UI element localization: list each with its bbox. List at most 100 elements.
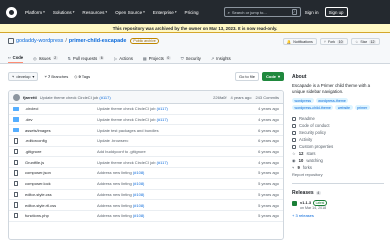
file-icon <box>13 148 19 155</box>
file-name[interactable]: functions.php <box>25 213 97 218</box>
nav-solutions[interactable]: Solutions ▾ <box>53 10 75 15</box>
file-commit-message[interactable]: Address new linting (#108) <box>97 213 241 218</box>
tag-icon: ◇ <box>74 73 78 79</box>
nav-enterprise[interactable]: Enterprise ▾ <box>153 10 177 15</box>
nav-open-source[interactable]: Open Source ▾ <box>115 10 145 15</box>
file-commit-message[interactable]: Address new linting (#108) <box>97 181 241 186</box>
tab-issues[interactable]: ◎ Issues 2 <box>33 53 58 63</box>
sign-in-link[interactable]: Sign in <box>305 10 319 15</box>
file-name[interactable]: composer.lock <box>25 181 97 186</box>
nav-pricing[interactable]: Pricing <box>185 10 199 15</box>
file-name[interactable]: assets/images <box>25 128 97 133</box>
activity-link[interactable]: Activity <box>292 136 384 143</box>
star-button[interactable]: ☆ Star 12 <box>351 38 380 45</box>
file-commit-pr-link[interactable]: (#108) <box>133 181 145 186</box>
file-commit-pr-link[interactable]: (#108) <box>133 192 145 197</box>
file-row[interactable]: assets/images Update test packages and bu… <box>9 125 283 137</box>
tab-actions[interactable]: ▷ Actions <box>114 53 133 63</box>
file-row[interactable]: Gruntfile.js Update theme check CircleCI … <box>9 157 283 169</box>
sign-up-button[interactable]: Sign up <box>324 7 348 17</box>
repo-owner-link[interactable]: godaddy-wordpress <box>16 38 63 44</box>
releases-heading[interactable]: Releases 4 <box>292 190 384 196</box>
latest-release[interactable]: v1.1.3 Latest on Mar 14, 2018 <box>292 199 384 210</box>
file-row[interactable]: editor-style.rtl.css Address new linting … <box>9 200 283 211</box>
file-commit-pr-link[interactable]: (#108) <box>133 213 145 218</box>
commit-message[interactable]: Update theme check CircleCI job (#117) <box>40 95 111 100</box>
topic-tag[interactable]: wordpress-child-theme <box>292 105 334 111</box>
more-releases-link[interactable]: + 3 releases <box>292 213 384 218</box>
file-name[interactable]: .circleci <box>25 106 97 111</box>
custom-properties-link[interactable]: Custom properties <box>292 143 384 150</box>
file-row[interactable]: .dev Update theme check CircleCI job (#11… <box>9 115 283 126</box>
github-logo-icon[interactable] <box>6 6 17 18</box>
file-commit-pr-link[interactable]: (#117) <box>157 106 168 111</box>
tab-projects[interactable]: ▦ Projects 0 <box>143 53 171 63</box>
topic-tag[interactable]: primer <box>354 105 370 111</box>
file-row[interactable]: .gitignore Add buddyconf to .gitignore 6 … <box>9 147 283 158</box>
file-commit-message[interactable]: Address new linting (#108) <box>97 170 241 175</box>
fork-button[interactable]: ⑂ Fork 10 <box>319 38 349 45</box>
topic-tag[interactable]: wordpress <box>292 98 314 104</box>
commit-count[interactable]: 243 Commits <box>255 95 279 100</box>
topic-tag[interactable]: wordpress-theme <box>315 98 349 104</box>
readme-link[interactable]: Readme <box>292 115 384 122</box>
file-row[interactable]: editor-style.css Address new linting (#10… <box>9 190 283 201</box>
file-commit-message[interactable]: Update test packages and bundles <box>97 128 241 133</box>
avatar[interactable] <box>13 93 20 101</box>
nav-platform[interactable]: Platform ▾ <box>25 10 45 15</box>
file-icon <box>13 202 19 208</box>
commit-pr-link[interactable]: (#117) <box>99 95 110 100</box>
tags-link[interactable]: ◇ 9 Tags <box>74 74 90 79</box>
file-commit-message[interactable]: Address new linting (#108) <box>97 203 241 208</box>
file-icon <box>13 180 19 187</box>
security-policy-link[interactable]: Security policy <box>292 129 384 136</box>
search-input[interactable]: ⌕ Search or jump to... / <box>223 7 301 17</box>
file-row[interactable]: composer.json Address new linting (#108) 5… <box>9 168 283 179</box>
file-name[interactable]: editor-style.rtl.css <box>25 203 97 208</box>
tab-insights[interactable]: ↗ Insights <box>211 53 231 63</box>
branch-select[interactable]: ⑂ develop ▾ <box>8 71 39 81</box>
forks-link[interactable]: ⑂ 9 forks <box>292 164 384 171</box>
file-commit-pr-link[interactable]: (#108) <box>133 170 145 175</box>
file-row[interactable]: .editorconfig Update .browserc 6 years ag… <box>9 136 283 147</box>
file-name[interactable]: composer.json <box>25 170 97 175</box>
file-commit-pr-link[interactable]: (#108) <box>133 203 145 208</box>
file-row[interactable]: .circleci Update theme check CircleCI job… <box>9 104 283 115</box>
file-name[interactable]: .editorconfig <box>25 138 97 143</box>
about-title: About <box>292 74 307 80</box>
commit-hash[interactable]: 226fa0f <box>213 95 226 100</box>
stars-link[interactable]: ☆ 12 stars <box>292 150 384 157</box>
tab-pull-requests[interactable]: ⇅ Pull requests 6 <box>68 53 105 63</box>
file-commit-message[interactable]: Update .browserc <box>97 138 241 143</box>
file-name[interactable]: .gitignore <box>25 149 97 154</box>
repo-name-link[interactable]: primer-child-escapade <box>69 38 127 44</box>
file-row[interactable]: functions.php Address new linting (#108) 5… <box>9 211 283 222</box>
file-icon <box>13 138 19 144</box>
code-of-conduct-link[interactable]: Code of conduct <box>292 122 384 129</box>
report-repository-link[interactable]: Report repository <box>292 172 384 177</box>
file-row[interactable]: composer.lock Address new linting (#108) 5… <box>9 179 283 190</box>
code-button[interactable]: Code ▾ <box>261 71 284 81</box>
file-name[interactable]: .dev <box>25 117 97 122</box>
file-commit-message[interactable]: Update theme check CircleCI job (#117) <box>97 117 241 122</box>
tag-icon <box>292 200 297 206</box>
nav-resources[interactable]: Resources ▾ <box>82 10 107 15</box>
file-commit-pr-link[interactable]: (#117) <box>157 117 168 122</box>
file-commit-message[interactable]: Update theme check CircleCI job (#117) <box>97 106 241 111</box>
notifications-button[interactable]: 🔔 Notifications <box>282 38 317 45</box>
file-commit-message[interactable]: Address new linting (#108) <box>97 192 241 197</box>
file-name[interactable]: Gruntfile.js <box>25 160 97 165</box>
file-commit-message[interactable]: Add buddyconf to .gitignore <box>97 149 241 154</box>
commit-author[interactable]: fjarrettl <box>23 95 37 100</box>
file-age: 4 years ago <box>258 117 279 123</box>
file-age: 5 years ago <box>258 191 279 197</box>
file-commit-pr-link[interactable]: (#117) <box>157 160 168 165</box>
topic-tag[interactable]: website <box>335 105 353 111</box>
tab-security[interactable]: ⛉ Security <box>181 53 201 63</box>
go-to-file-button[interactable]: Go to file <box>234 71 259 81</box>
file-commit-message[interactable]: Update theme check CircleCI job (#117) <box>97 160 241 165</box>
tab-code[interactable]: ‹› Code <box>8 53 24 63</box>
watching-link[interactable]: ◉ 10 watching <box>292 157 384 164</box>
branches-link[interactable]: ⑂ 7 Branches <box>44 74 68 79</box>
file-name[interactable]: editor-style.css <box>25 192 97 197</box>
